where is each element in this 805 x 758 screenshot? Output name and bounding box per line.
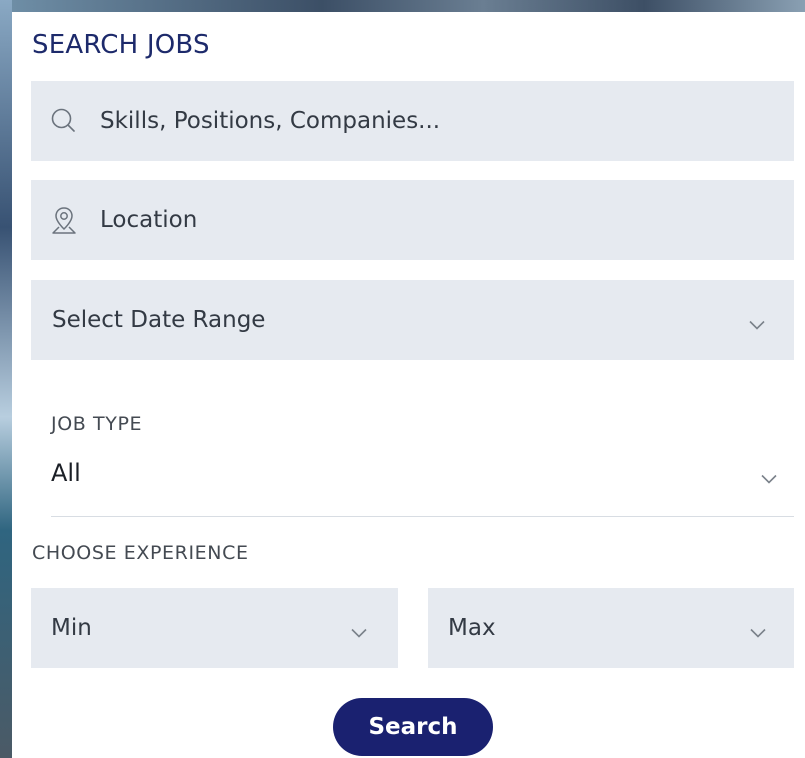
- search-jobs-title: SEARCH JOBS: [32, 30, 210, 60]
- background-top-strip: [0, 0, 805, 12]
- date-range-placeholder: Select Date Range: [52, 307, 266, 333]
- search-jobs-panel: SEARCH JOBS Skills, Positions, Companies…: [12, 12, 805, 758]
- keywords-input[interactable]: Skills, Positions, Companies...: [31, 81, 794, 161]
- job-type-select[interactable]: All: [51, 459, 81, 487]
- location-pin-icon: [50, 206, 78, 234]
- chevron-down-icon: [749, 315, 765, 330]
- search-icon: [50, 107, 78, 135]
- date-range-select[interactable]: Select Date Range: [31, 280, 794, 360]
- chevron-down-icon: [351, 623, 367, 638]
- chevron-down-icon[interactable]: [761, 469, 777, 484]
- keywords-placeholder: Skills, Positions, Companies...: [100, 108, 441, 134]
- location-input[interactable]: Location: [31, 180, 794, 260]
- background-left-edge: [0, 0, 12, 758]
- max-experience-select[interactable]: Max: [428, 588, 794, 668]
- min-placeholder: Min: [51, 615, 92, 641]
- max-placeholder: Max: [448, 615, 496, 641]
- job-type-divider: [51, 516, 794, 517]
- search-button[interactable]: Search: [333, 698, 493, 756]
- choose-experience-label: CHOOSE EXPERIENCE: [32, 542, 249, 564]
- min-experience-select[interactable]: Min: [31, 588, 398, 668]
- job-type-label: JOB TYPE: [51, 413, 143, 435]
- location-placeholder: Location: [100, 207, 198, 233]
- chevron-down-icon: [750, 623, 766, 638]
